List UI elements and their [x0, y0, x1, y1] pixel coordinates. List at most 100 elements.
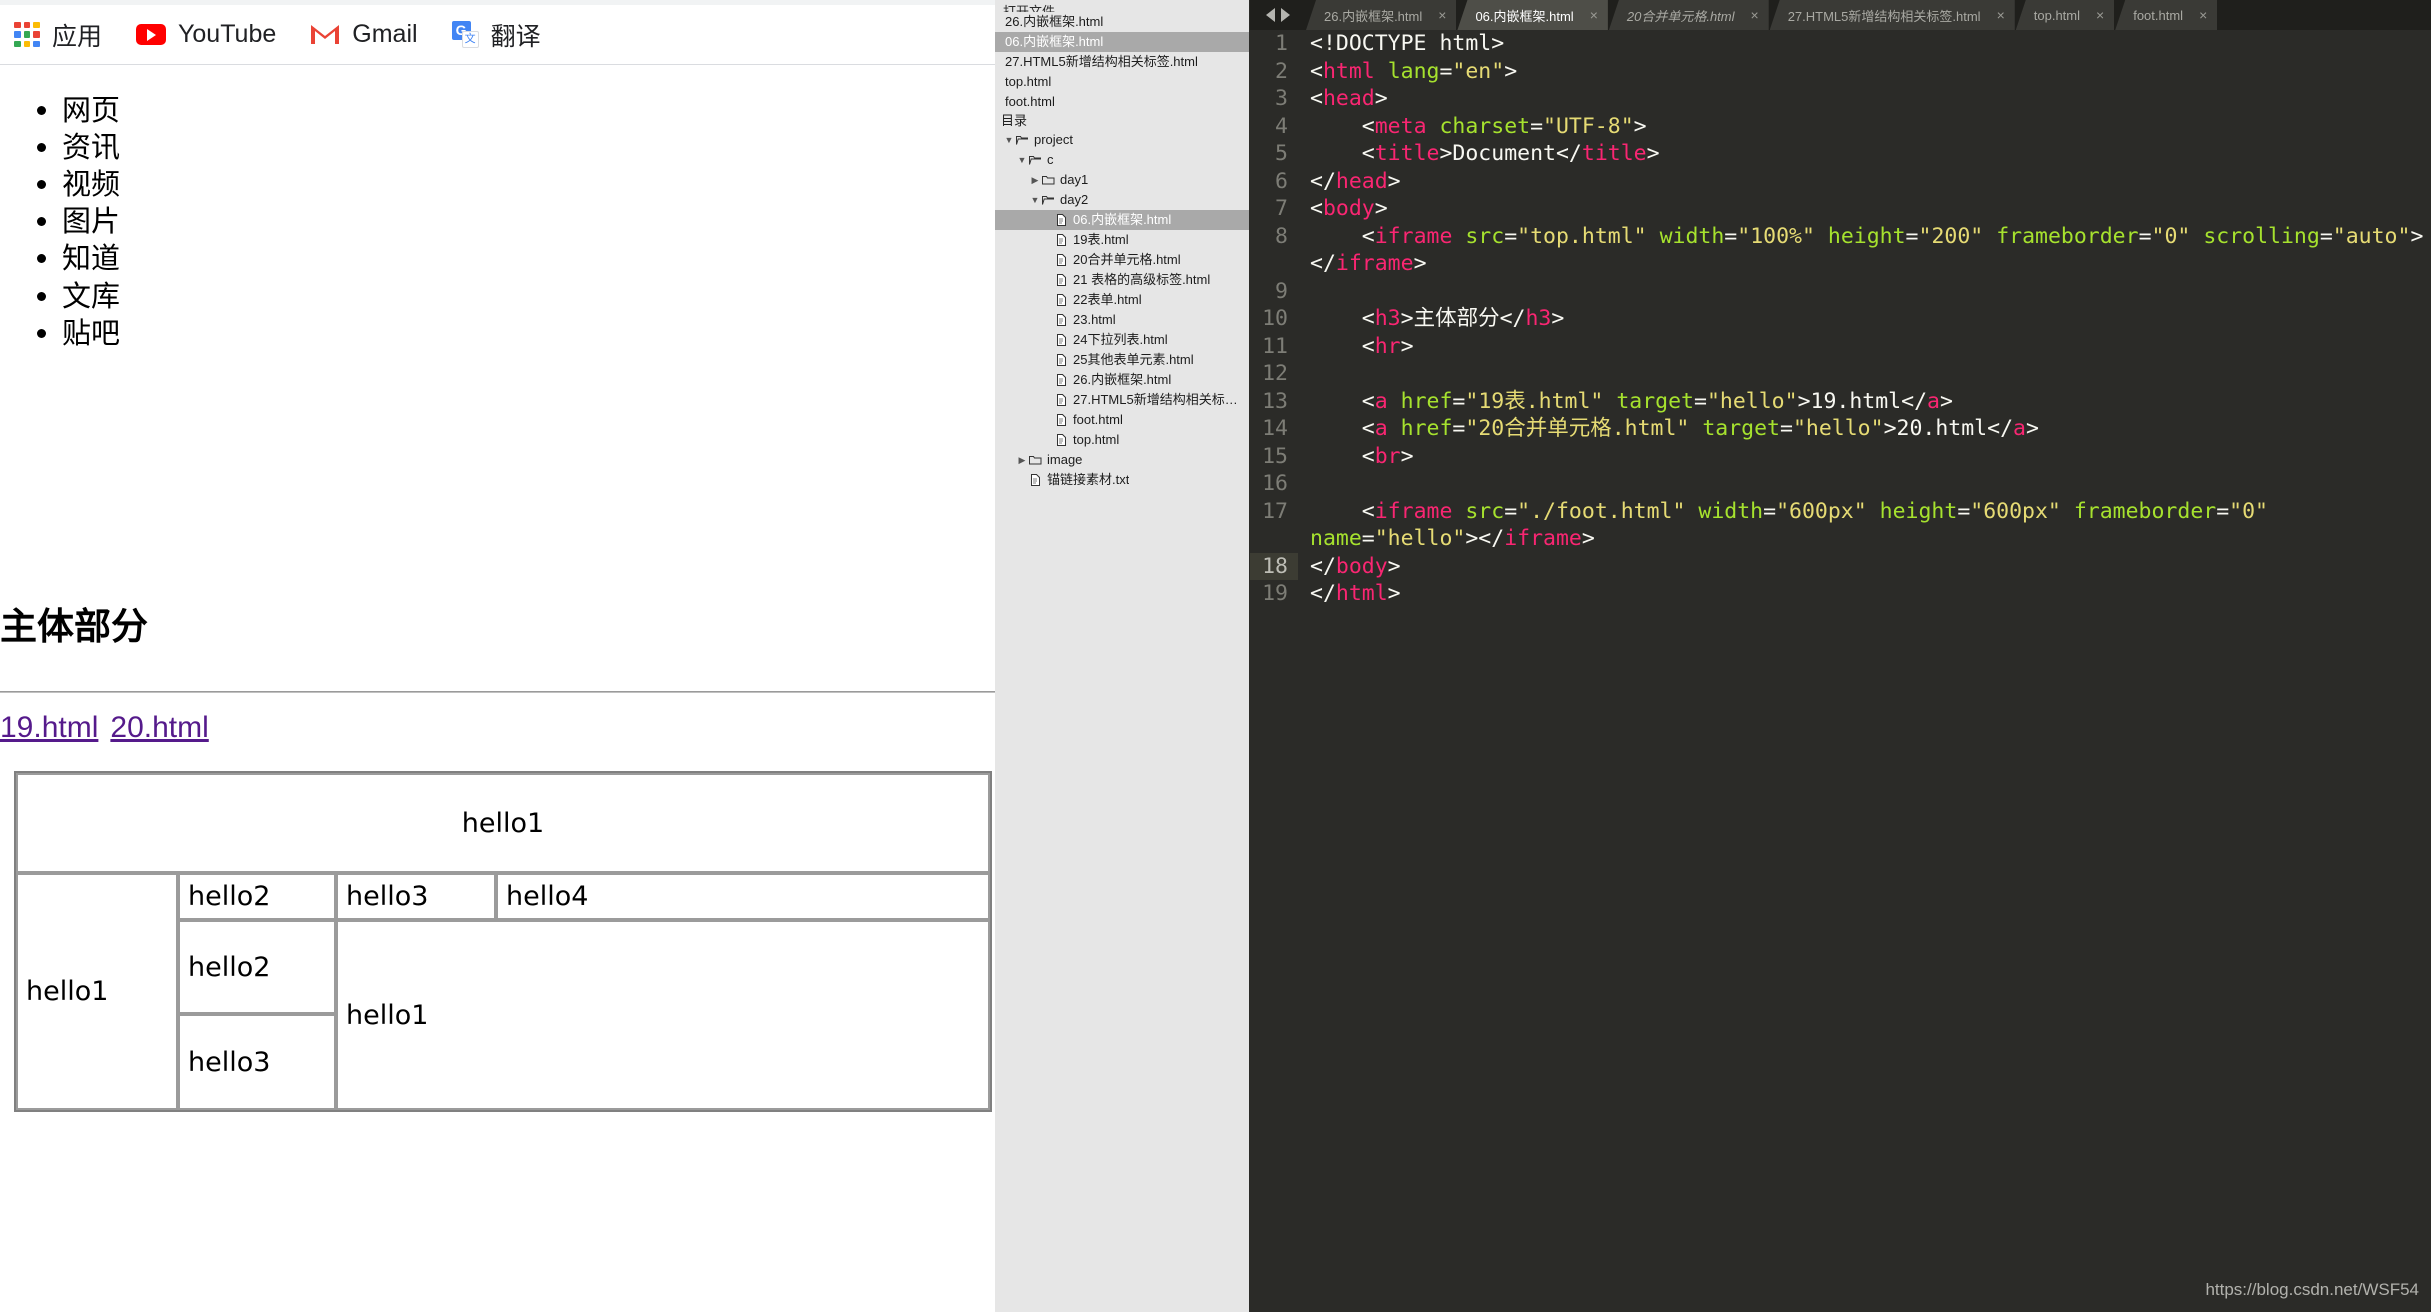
- file-icon: [1054, 414, 1069, 426]
- folder-open-icon: [1015, 135, 1030, 146]
- list-item: 图片: [62, 203, 995, 240]
- tree-file-item[interactable]: 23.html: [995, 310, 1249, 330]
- tree-file-item[interactable]: 24下拉列表.html: [995, 330, 1249, 350]
- link-20html[interactable]: 20.html: [110, 711, 208, 744]
- editor-tabbar: 26.内嵌框架.html × 06.内嵌框架.html × 20合并单元格.html × 2…: [1250, 0, 2431, 30]
- file-icon: [1054, 234, 1069, 246]
- tree-file-item[interactable]: 锚链接素材.txt: [995, 470, 1249, 490]
- code-line-text: <h3>主体部分</h3>: [1310, 306, 1565, 331]
- code-line: 6 </head>: [1250, 168, 2431, 196]
- editor-tab[interactable]: 26.内嵌框架.html ×: [1306, 0, 1457, 30]
- tree-folder-item[interactable]: ▼ project: [995, 130, 1249, 150]
- tree-file-item[interactable]: foot.html: [995, 410, 1249, 430]
- bookmark-gmail[interactable]: Gmail: [310, 20, 418, 49]
- bookmark-label-gmail: Gmail: [352, 20, 418, 48]
- bookmark-youtube[interactable]: YouTube: [136, 20, 276, 49]
- editor-tab[interactable]: 06.内嵌框架.html ×: [1457, 0, 1608, 30]
- tab-next-arrow-icon[interactable]: [1281, 8, 1290, 22]
- open-file-item[interactable]: 06.内嵌框架.html: [995, 32, 1249, 52]
- bookmark-label-apps: 应用: [52, 22, 103, 51]
- tree-folder-item[interactable]: ▶ image: [995, 450, 1249, 470]
- code-line: 5 <title>Document</title>: [1250, 140, 2431, 168]
- browser-pane: 应用 YouTube Gmail G文 翻译 网页 资讯 视频 图片: [0, 0, 995, 1312]
- bookmark-label-translate: 翻译: [490, 22, 541, 51]
- list-item: 贴吧: [62, 315, 995, 352]
- editor-tab[interactable]: 20合并单元格.html ×: [1608, 0, 1769, 30]
- editor-tab-label: top.html: [2033, 7, 2081, 23]
- list-item: 网页: [62, 92, 995, 129]
- editor-tab-label: foot.html: [2133, 7, 2184, 23]
- line-number: 19: [1262, 581, 1288, 606]
- tree-folder-item[interactable]: ▼ day2: [995, 190, 1249, 210]
- line-number: 5: [1275, 141, 1288, 166]
- bookmark-apps[interactable]: 应用: [14, 17, 102, 53]
- cell-mid-hello2: hello2: [178, 920, 336, 1014]
- tab-prev-arrow-icon[interactable]: [1266, 8, 1275, 22]
- tree-item-label: image: [1047, 452, 1083, 467]
- tree-folder-item[interactable]: ▶ day1: [995, 170, 1249, 190]
- page-title: 主体部分: [0, 606, 148, 647]
- tree-file-item[interactable]: 06.内嵌框架.html: [995, 210, 1249, 230]
- code-area[interactable]: 1 <!DOCTYPE html> 2 <html lang="en"> 3 <head>…: [1250, 30, 2431, 1312]
- line-number: 10: [1262, 306, 1288, 331]
- open-file-item[interactable]: top.html: [995, 72, 1249, 92]
- file-icon: [1054, 274, 1069, 286]
- tree-file-item[interactable]: 19表.html: [995, 230, 1249, 250]
- line-number: 14: [1262, 416, 1288, 441]
- file-icon: [1054, 294, 1069, 306]
- chevron-down-icon[interactable]: ▼: [1003, 130, 1015, 150]
- open-file-item[interactable]: 27.HTML5新增结构相关标签.html: [995, 52, 1249, 72]
- line-number: 16: [1262, 471, 1288, 496]
- tree-file-item[interactable]: top.html: [995, 430, 1249, 450]
- code-line-text: <iframe src="top.html" width="100%" heig…: [1310, 223, 2424, 277]
- code-line-text: [1298, 278, 2431, 306]
- file-explorer-panel: 打开文件 26.内嵌框架.html 06.内嵌框架.html 27.HTML5新增结…: [995, 0, 1250, 1312]
- close-icon[interactable]: ×: [2096, 7, 2104, 23]
- open-file-item[interactable]: 26.内嵌框架.html: [995, 12, 1249, 32]
- cell-mid-hello3: hello3: [178, 1014, 336, 1110]
- file-icon: [1054, 334, 1069, 346]
- close-icon[interactable]: ×: [1997, 7, 2005, 23]
- horizontal-rule: [0, 691, 995, 693]
- tree-file-item[interactable]: 25其他表单元素.html: [995, 350, 1249, 370]
- line-number: 13: [1262, 388, 1288, 414]
- tree-file-item[interactable]: 21 表格的高级标签.html: [995, 270, 1249, 290]
- cell-right-hello1: hello1: [336, 920, 990, 1110]
- tree-file-item[interactable]: 26.内嵌框架.html: [995, 370, 1249, 390]
- line-number: 7: [1275, 196, 1288, 221]
- file-icon: [1054, 374, 1069, 386]
- chevron-down-icon[interactable]: ▼: [1029, 190, 1041, 210]
- open-file-item[interactable]: foot.html: [995, 92, 1249, 112]
- code-line-text: <!DOCTYPE html>: [1310, 31, 1505, 56]
- close-icon[interactable]: ×: [1590, 7, 1598, 23]
- chevron-right-icon[interactable]: ▶: [1029, 170, 1041, 190]
- file-icon: [1054, 314, 1069, 326]
- line-number: 3: [1275, 86, 1288, 111]
- list-item: 视频: [62, 166, 995, 203]
- link-19html[interactable]: 19.html: [0, 711, 98, 744]
- tab-nav-arrows[interactable]: [1250, 0, 1306, 30]
- close-icon[interactable]: ×: [2199, 7, 2207, 23]
- close-icon[interactable]: ×: [1751, 7, 1759, 23]
- code-line-text: <iframe src="./foot.html" width="600px" …: [1310, 498, 2269, 552]
- chevron-right-icon[interactable]: ▶: [1016, 450, 1028, 470]
- chevron-down-icon[interactable]: ▼: [1016, 150, 1028, 170]
- editor-tab[interactable]: 27.HTML5新增结构相关标签.html ×: [1769, 0, 2015, 30]
- editor-tab[interactable]: top.html ×: [2015, 0, 2115, 30]
- tree-file-item[interactable]: 22表单.html: [995, 290, 1249, 310]
- bookmark-translate[interactable]: G文 翻译: [451, 17, 541, 53]
- tree-item-label: c: [1047, 152, 1054, 167]
- bookmarks-bar: 应用 YouTube Gmail G文 翻译: [0, 5, 995, 65]
- tree-file-item[interactable]: 27.HTML5新增结构相关标签.html: [995, 390, 1249, 410]
- tree-folder-item[interactable]: ▼ c: [995, 150, 1249, 170]
- editor-tab[interactable]: foot.html ×: [2115, 0, 2218, 30]
- close-icon[interactable]: ×: [1438, 7, 1446, 23]
- code-line: 16: [1250, 470, 2431, 498]
- open-files-list: 26.内嵌框架.html 06.内嵌框架.html 27.HTML5新增结构相关标签…: [995, 12, 1249, 112]
- nav-list: 网页 资讯 视频 图片 知道 文库 贴吧: [0, 66, 995, 352]
- code-editor-panel: 26.内嵌框架.html × 06.内嵌框架.html × 20合并单元格.html × 2…: [1250, 0, 2431, 1312]
- tree-file-item[interactable]: 20合并单元格.html: [995, 250, 1249, 270]
- apps-grid-icon: [14, 21, 40, 48]
- line-number: 6: [1275, 168, 1288, 194]
- gmail-icon: [310, 23, 340, 46]
